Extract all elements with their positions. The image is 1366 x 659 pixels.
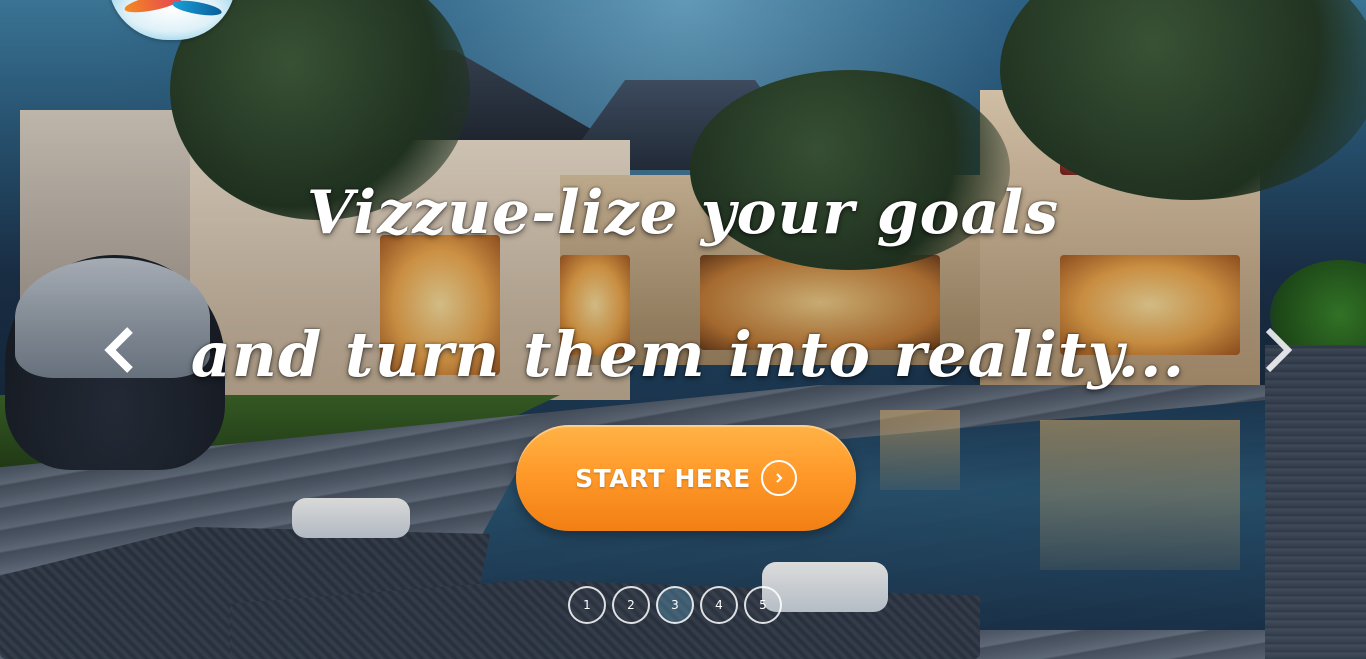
pager-dot[interactable]: 2 — [612, 586, 650, 624]
headline-line-1: Vizzue-lize your goals — [306, 178, 1060, 248]
pager-dot[interactable]: 5 — [744, 586, 782, 624]
chevron-right-circle-icon — [760, 460, 797, 496]
pager-dot[interactable]: 1 — [568, 586, 606, 624]
start-here-button[interactable]: START HERE — [516, 425, 856, 531]
pager-dot-active[interactable]: 3 — [656, 586, 694, 624]
logo-swoosh — [171, 0, 223, 19]
slider-pagination: 1 2 3 4 5 — [568, 586, 782, 630]
hero-slider: Vizzue-lize your goals and turn them int… — [0, 0, 1366, 659]
headline-line-2: and turn them into reality... — [190, 318, 1186, 391]
slider-next-button[interactable] — [1258, 320, 1298, 380]
start-here-label: START HERE — [575, 463, 751, 493]
chevron-left-icon — [104, 327, 133, 373]
chevron-right-icon — [1265, 327, 1293, 373]
slider-prev-button[interactable] — [100, 320, 140, 380]
pager-dot[interactable]: 4 — [700, 586, 738, 624]
